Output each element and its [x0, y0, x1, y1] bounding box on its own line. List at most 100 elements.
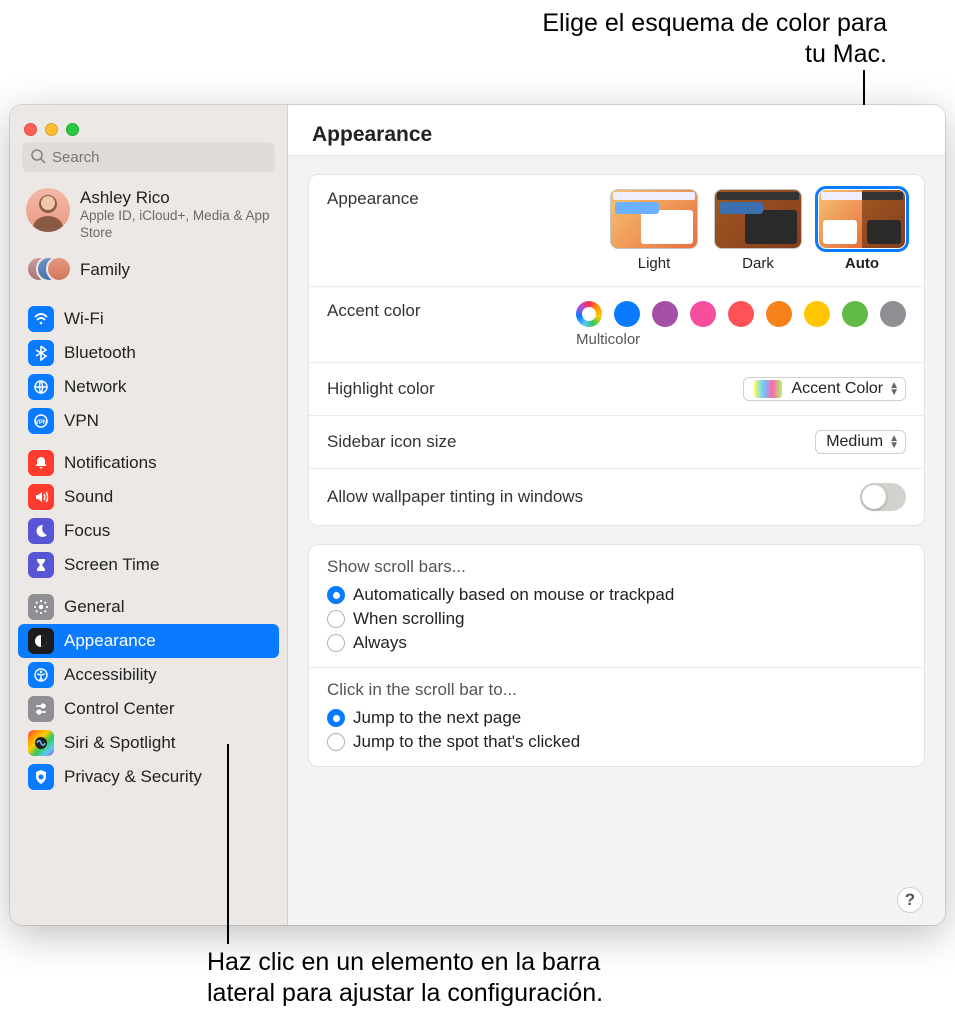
sidebar-item-screen-time[interactable]: Screen Time: [18, 548, 279, 582]
accent-swatch[interactable]: [842, 301, 868, 327]
sidebar-item-accessibility[interactable]: Accessibility: [18, 658, 279, 692]
accent-swatch[interactable]: [766, 301, 792, 327]
sidebar-item-label: Network: [64, 377, 126, 397]
accent-swatch[interactable]: [728, 301, 754, 327]
account-item[interactable]: Ashley Rico Apple ID, iCloud+, Media & A…: [10, 182, 287, 250]
appearance-thumb: [714, 189, 802, 249]
click-scroll-title: Click in the scroll bar to...: [327, 680, 906, 700]
page-title: Appearance: [288, 105, 945, 156]
chevron-updown-icon: ▲▼: [889, 435, 899, 449]
zoom-button[interactable]: [66, 123, 79, 136]
gear-icon: [28, 594, 54, 620]
avatar: [26, 188, 70, 232]
sound-icon: [28, 484, 54, 510]
accent-swatch[interactable]: [804, 301, 830, 327]
search-input[interactable]: [22, 142, 275, 172]
search-icon: [30, 148, 46, 169]
tinting-switch[interactable]: [860, 483, 906, 511]
close-button[interactable]: [24, 123, 37, 136]
click-scroll-option[interactable]: Jump to the spot that's clicked: [327, 730, 906, 754]
sidebar-item-label: Screen Time: [64, 555, 159, 575]
sidebar-item-label: Accessibility: [64, 665, 157, 685]
bluetooth-icon: [28, 340, 54, 366]
highlight-value: Accent Color: [792, 380, 884, 398]
tinting-label: Allow wallpaper tinting in windows: [327, 487, 583, 507]
window-controls: [10, 115, 287, 142]
sidebar-item-sound[interactable]: Sound: [18, 480, 279, 514]
appearance-option-dark[interactable]: Dark: [714, 189, 802, 272]
highlight-popup[interactable]: Accent Color ▲▼: [743, 377, 907, 401]
scrollbars-option[interactable]: Always: [327, 631, 906, 655]
accent-row: Multicolor: [576, 301, 906, 348]
appearance-option-auto[interactable]: Auto: [818, 189, 906, 272]
radio-icon: [327, 586, 345, 604]
appearance-option-light[interactable]: Light: [610, 189, 698, 272]
click-scroll-option-label: Jump to the spot that's clicked: [353, 732, 580, 752]
minimize-button[interactable]: [45, 123, 58, 136]
sidebar-item-wi-fi[interactable]: Wi-Fi: [18, 302, 279, 336]
vpn-icon: VPN: [28, 408, 54, 434]
scrollbars-option-label: Automatically based on mouse or trackpad: [353, 585, 674, 605]
scrollbars-option[interactable]: When scrolling: [327, 607, 906, 631]
accent-swatch[interactable]: [652, 301, 678, 327]
radio-icon: [327, 733, 345, 751]
sidebar-item-focus[interactable]: Focus: [18, 514, 279, 548]
sidebar-item-label: General: [64, 597, 124, 617]
callout-top: Elige el esquema de color para tu Mac.: [537, 8, 887, 71]
content-footer: ?: [288, 887, 945, 925]
sidebar-item-network[interactable]: Network: [18, 370, 279, 404]
sidebar-item-control-center[interactable]: Control Center: [18, 692, 279, 726]
panel-appearance: Appearance Light Dark Auto Accent color Mu…: [308, 174, 925, 526]
sidebar-item-label: Wi-Fi: [64, 309, 104, 329]
family-item[interactable]: Family: [10, 250, 287, 298]
search-wrap: [10, 142, 287, 182]
sidebar-scroll: Ashley Rico Apple ID, iCloud+, Media & A…: [10, 182, 287, 925]
family-avatars: [26, 256, 70, 284]
radio-icon: [327, 610, 345, 628]
sidebar: Ashley Rico Apple ID, iCloud+, Media & A…: [10, 105, 288, 925]
sidebar-item-siri-spotlight[interactable]: Siri & Spotlight: [18, 726, 279, 760]
sidebar-item-general[interactable]: General: [18, 590, 279, 624]
network-icon: [28, 374, 54, 400]
appearance-options: Light Dark Auto: [610, 189, 906, 272]
click-scroll-option[interactable]: Jump to the next page: [327, 706, 906, 730]
bell-icon: [28, 450, 54, 476]
appearance-option-label: Light: [610, 255, 698, 272]
hourglass-icon: [28, 552, 54, 578]
callout-bottom: Haz clic en un elemento en la barra late…: [207, 947, 667, 1010]
sidebar-item-label: Notifications: [64, 453, 157, 473]
siri-icon: [28, 730, 54, 756]
wifi-icon: [28, 306, 54, 332]
accent-swatch[interactable]: [880, 301, 906, 327]
sidebar-icon-size-value: Medium: [826, 433, 883, 451]
appearance-thumb: [610, 189, 698, 249]
account-text: Ashley Rico Apple ID, iCloud+, Media & A…: [80, 188, 271, 242]
account-sub: Apple ID, iCloud+, Media & App Store: [80, 208, 271, 242]
scrollbars-option[interactable]: Automatically based on mouse or trackpad: [327, 583, 906, 607]
family-label: Family: [80, 260, 130, 280]
appearance-option-label: Auto: [818, 255, 906, 272]
accent-swatch[interactable]: [576, 301, 602, 327]
sidebar-item-label: Focus: [64, 521, 110, 541]
chevron-updown-icon: ▲▼: [889, 382, 899, 396]
accent-swatch[interactable]: [614, 301, 640, 327]
sidebar-item-vpn[interactable]: VPN VPN: [18, 404, 279, 438]
appearance-icon: [28, 628, 54, 654]
account-name: Ashley Rico: [80, 188, 271, 208]
sidebar-item-appearance[interactable]: Appearance: [18, 624, 279, 658]
callout-line: [227, 744, 229, 944]
appearance-option-label: Dark: [714, 255, 802, 272]
sidebar-item-label: Sound: [64, 487, 113, 507]
sidebar-item-privacy-security[interactable]: Privacy & Security: [18, 760, 279, 794]
accent-swatch[interactable]: [690, 301, 716, 327]
sidebar-item-notifications[interactable]: Notifications: [18, 446, 279, 480]
sidebar-item-bluetooth[interactable]: Bluetooth: [18, 336, 279, 370]
accent-label: Accent color: [327, 301, 421, 321]
sidebar-item-label: VPN: [64, 411, 99, 431]
sidebar-icon-size-popup[interactable]: Medium ▲▼: [815, 430, 906, 454]
help-button[interactable]: ?: [897, 887, 923, 913]
settings-window: Ashley Rico Apple ID, iCloud+, Media & A…: [10, 105, 945, 925]
sidebar-item-label: Privacy & Security: [64, 767, 202, 787]
appearance-label: Appearance: [327, 189, 419, 209]
sidebar-item-label: Control Center: [64, 699, 175, 719]
